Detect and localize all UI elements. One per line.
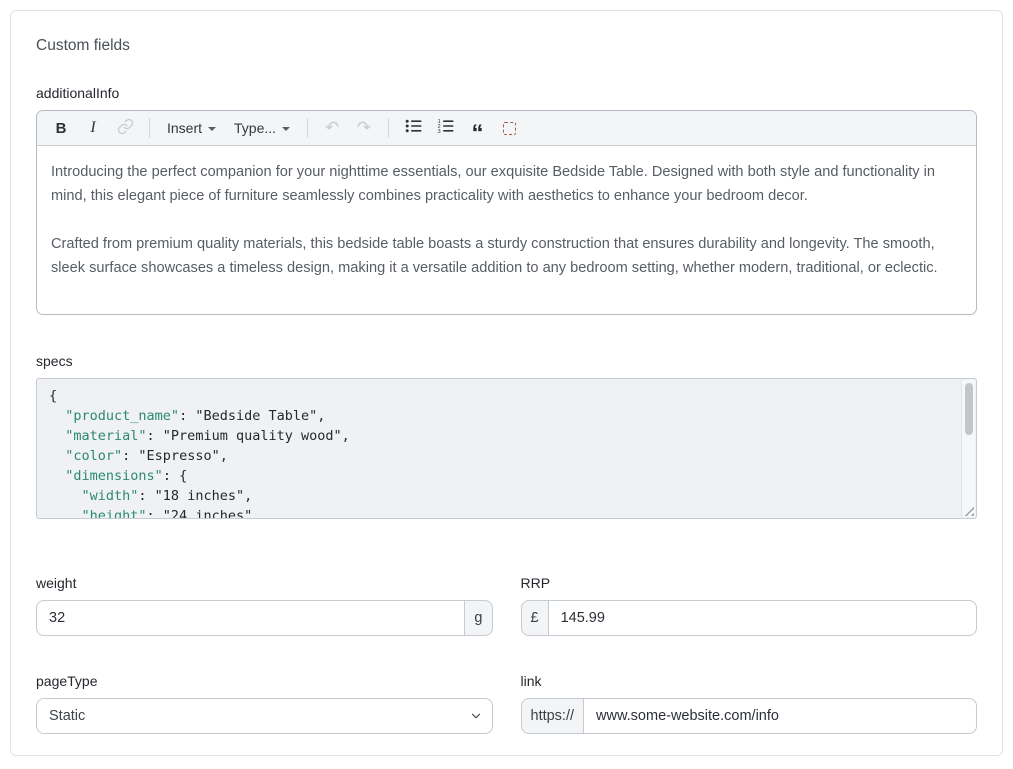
- field-page-type: pageType Static: [36, 673, 493, 734]
- scrollbar-thumb[interactable]: [965, 383, 973, 435]
- toolbar-separator: [149, 118, 150, 138]
- row-weight-rrp: weight g RRP £: [36, 575, 977, 636]
- dashed-square-icon: [503, 122, 516, 135]
- type-menu-button[interactable]: Type...: [228, 115, 296, 141]
- toolbar-separator: [388, 118, 389, 138]
- specs-code-content: { "product_name": "Bedside Table", "mate…: [37, 379, 976, 518]
- page-type-label: pageType: [36, 673, 493, 689]
- protocol-prefix: https://: [521, 698, 585, 734]
- link-button[interactable]: [112, 115, 138, 141]
- weight-input[interactable]: [36, 600, 465, 636]
- chevron-down-icon: [282, 127, 290, 131]
- specs-code-editor[interactable]: { "product_name": "Bedside Table", "mate…: [36, 378, 977, 519]
- blockquote-icon: “: [472, 117, 483, 139]
- bold-button[interactable]: B: [48, 115, 74, 141]
- rte-content-area[interactable]: Introducing the perfect companion for yo…: [37, 146, 976, 314]
- link-label: link: [521, 673, 978, 689]
- rrp-input[interactable]: [548, 600, 977, 636]
- currency-prefix: £: [521, 600, 549, 636]
- type-menu-label: Type...: [234, 120, 276, 136]
- link-input[interactable]: [583, 698, 977, 734]
- rte-toolbar: B I Insert Type... ↶ ↷: [37, 111, 976, 146]
- rich-text-editor: B I Insert Type... ↶ ↷: [36, 110, 977, 315]
- field-weight: weight g: [36, 575, 493, 636]
- insert-menu-label: Insert: [167, 120, 202, 136]
- panel-title: Custom fields: [36, 37, 977, 55]
- custom-fields-panel: Custom fields additionalInfo B I Insert …: [10, 10, 1003, 756]
- bullet-list-button[interactable]: [400, 115, 426, 141]
- weight-label: weight: [36, 575, 493, 591]
- rrp-label: RRP: [521, 575, 978, 591]
- scrollbar-track[interactable]: [961, 380, 975, 517]
- field-specs: specs { "product_name": "Bedside Table",…: [36, 353, 977, 519]
- undo-icon: ↶: [325, 120, 339, 137]
- redo-button[interactable]: ↷: [351, 115, 377, 141]
- insert-menu-button[interactable]: Insert: [161, 115, 222, 141]
- numbered-list-button[interactable]: 123: [432, 115, 458, 141]
- block-element-button[interactable]: [496, 115, 522, 141]
- bullet-list-icon: [405, 118, 422, 138]
- rte-paragraph: Crafted from premium quality materials, …: [51, 232, 962, 280]
- field-rrp: RRP £: [521, 575, 978, 636]
- weight-unit-suffix: g: [464, 600, 492, 636]
- redo-icon: ↷: [357, 120, 371, 137]
- undo-button[interactable]: ↶: [319, 115, 345, 141]
- numbered-list-icon: 123: [437, 118, 454, 138]
- specs-label: specs: [36, 353, 977, 369]
- chevron-down-icon: [208, 127, 216, 131]
- blockquote-button[interactable]: “: [464, 115, 490, 141]
- svg-text:3: 3: [437, 129, 440, 134]
- row-pagetype-link: pageType Static link https://: [36, 673, 977, 734]
- field-link: link https://: [521, 673, 978, 734]
- link-icon: [117, 118, 134, 139]
- additional-info-label: additionalInfo: [36, 85, 977, 101]
- rte-paragraph: Introducing the perfect companion for yo…: [51, 160, 962, 208]
- italic-button[interactable]: I: [80, 115, 106, 141]
- field-additional-info: additionalInfo B I Insert Type...: [36, 85, 977, 315]
- toolbar-separator: [307, 118, 308, 138]
- page-type-select[interactable]: Static: [36, 698, 493, 734]
